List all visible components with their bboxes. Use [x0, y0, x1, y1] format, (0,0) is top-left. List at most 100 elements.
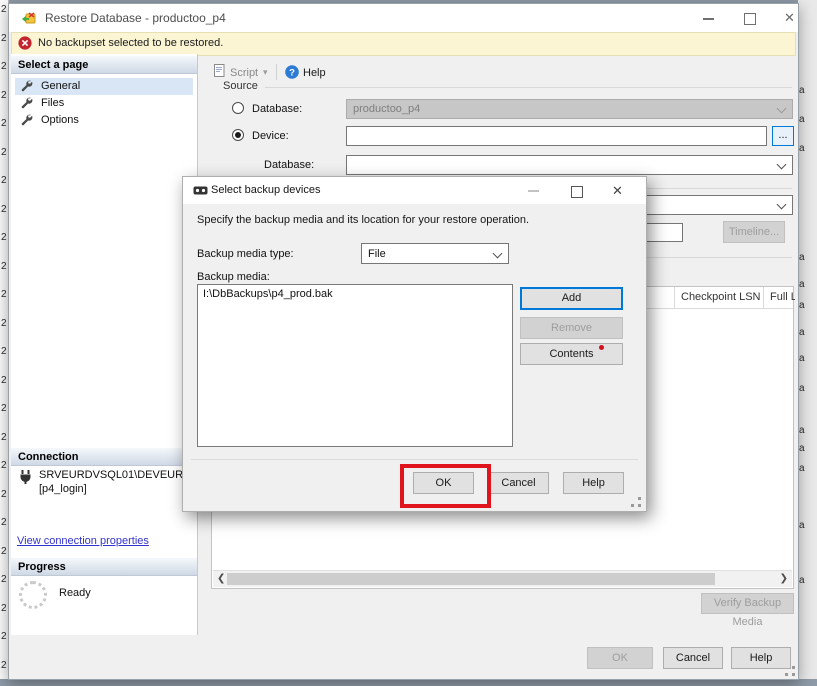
bg-glyph: 2: [1, 517, 7, 528]
bg-glyph: a: [799, 252, 805, 263]
verify-backup-media-button[interactable]: Verify Backup Media: [701, 593, 794, 614]
scrollbar-thumb[interactable]: [227, 573, 715, 585]
toolbar-separator: [276, 64, 277, 80]
sidebar-item-label: Options: [41, 112, 79, 129]
backup-media-type-value: File: [368, 244, 386, 264]
restore-database-icon: [21, 10, 37, 29]
window-resize-grip[interactable]: [785, 666, 795, 676]
scroll-right-icon[interactable]: ❯: [780, 571, 788, 586]
timeline-button[interactable]: Timeline...: [723, 221, 785, 243]
help-button[interactable]: Help: [731, 647, 791, 669]
contents-button[interactable]: Contents: [520, 343, 623, 365]
connection-login: [p4_login]: [39, 482, 189, 496]
connection-server: SRVEURDVSQL01\DEVEUR: [39, 468, 189, 482]
dialog-minimize-icon: [528, 190, 539, 192]
grid-horizontal-scrollbar[interactable]: ❮ ❯: [213, 570, 792, 587]
minimize-icon[interactable]: [703, 18, 714, 20]
dialog-maximize-icon[interactable]: [571, 186, 583, 198]
sidebar-item-general[interactable]: General: [15, 78, 193, 95]
grid-column-full-lsn[interactable]: Full LS: [764, 287, 795, 308]
dialog-title: Select backup devices: [211, 177, 320, 204]
dialog-resize-grip[interactable]: [631, 497, 641, 507]
close-icon[interactable]: ✕: [784, 10, 795, 26]
help-button[interactable]: Help: [303, 67, 326, 79]
chevron-down-icon: [777, 160, 787, 170]
bg-glyph: 2: [1, 546, 7, 557]
maximize-icon[interactable]: [744, 13, 756, 25]
database-radio[interactable]: [232, 102, 244, 114]
bg-glyph: 2: [1, 204, 7, 215]
bg-glyph: 2: [1, 90, 7, 101]
error-icon: [18, 36, 32, 53]
backup-media-label: Backup media:: [197, 271, 270, 283]
select-backup-devices-dialog: Select backup devices ✕ Specify the back…: [182, 176, 647, 512]
dialog-footer-line: [191, 459, 638, 460]
dialog-close-icon[interactable]: ✕: [612, 183, 623, 199]
bg-glyph: a: [799, 575, 805, 586]
restore-database-select[interactable]: [346, 155, 793, 175]
script-button[interactable]: Script: [230, 67, 258, 79]
database-radio-label: Database:: [252, 103, 302, 115]
device-input[interactable]: [346, 126, 767, 146]
annotation-rectangle-ok: [400, 464, 491, 508]
dialog-cancel-button[interactable]: Cancel: [488, 472, 549, 494]
backup-media-list[interactable]: I:\DbBackups\p4_prod.bak: [197, 284, 513, 447]
chevron-down-icon: [493, 249, 503, 259]
view-connection-properties-link[interactable]: View connection properties: [17, 535, 149, 547]
backup-device-icon: [193, 186, 208, 199]
progress-header: Progress: [11, 558, 197, 576]
backup-media-type-label: Backup media type:: [197, 248, 294, 260]
chevron-down-icon: [777, 104, 787, 114]
bg-glyph: 2: [1, 175, 7, 186]
bg-glyph: 2: [1, 460, 7, 471]
bg-glyph: 2: [1, 289, 7, 300]
source-database-value: productoo_p4: [353, 100, 420, 119]
bg-glyph: a: [799, 383, 805, 394]
wrench-icon: [21, 114, 33, 132]
sidebar-item-files[interactable]: Files: [15, 95, 193, 112]
sidebar-item-label: Files: [41, 95, 64, 112]
sidebar-item-options[interactable]: Options: [15, 112, 193, 129]
script-dropdown-caret-icon[interactable]: ▾: [263, 67, 268, 78]
bg-glyph: 2: [1, 631, 7, 642]
bg-glyph: a: [799, 327, 805, 338]
bg-glyph: a: [799, 353, 805, 364]
progress-status: Ready: [59, 587, 91, 599]
bg-glyph: a: [799, 463, 805, 474]
progress-spinner-icon: [19, 581, 47, 609]
svg-text:?: ?: [289, 67, 295, 78]
bg-glyph: 2: [1, 603, 7, 614]
bg-glyph: 2: [1, 61, 7, 72]
bg-glyph: 2: [1, 403, 7, 414]
warning-bar: No backupset selected to be restored.: [11, 32, 796, 56]
add-button[interactable]: Add: [520, 287, 623, 310]
bg-glyph: 2: [1, 318, 7, 329]
dialog-titlebar: Select backup devices ✕: [183, 177, 646, 204]
grid-column-checkpoint-lsn[interactable]: Checkpoint LSN: [675, 287, 764, 308]
chevron-down-icon: [777, 200, 787, 210]
remove-button[interactable]: Remove: [520, 317, 623, 339]
background-bottom-strip: [0, 679, 817, 686]
connection-header: Connection: [11, 448, 197, 466]
scroll-left-icon[interactable]: ❮: [217, 571, 225, 586]
warning-text: No backupset selected to be restored.: [38, 33, 223, 53]
bg-glyph: a: [799, 143, 805, 154]
bg-glyph: a: [799, 300, 805, 311]
device-browse-button[interactable]: ...: [772, 126, 794, 146]
bg-glyph: 2: [1, 346, 7, 357]
device-radio-label: Device:: [252, 130, 289, 142]
dialog-description: Specify the backup media and its locatio…: [197, 214, 529, 226]
dialog-help-button[interactable]: Help: [563, 472, 624, 494]
bg-glyph: 2: [1, 660, 7, 671]
backup-media-item[interactable]: I:\DbBackups\p4_prod.bak: [198, 285, 512, 300]
backup-media-type-select[interactable]: File: [361, 243, 509, 264]
connection-icon: [19, 470, 32, 487]
bg-glyph: a: [799, 520, 805, 531]
bg-glyph: 2: [1, 375, 7, 386]
sidebar-item-label: General: [41, 78, 80, 95]
ok-button[interactable]: OK: [587, 647, 653, 669]
bg-glyph: 2: [1, 232, 7, 243]
cancel-button[interactable]: Cancel: [663, 647, 723, 669]
sidebar: Select a page General Files Options Conn…: [11, 54, 198, 635]
device-radio[interactable]: [232, 129, 244, 141]
